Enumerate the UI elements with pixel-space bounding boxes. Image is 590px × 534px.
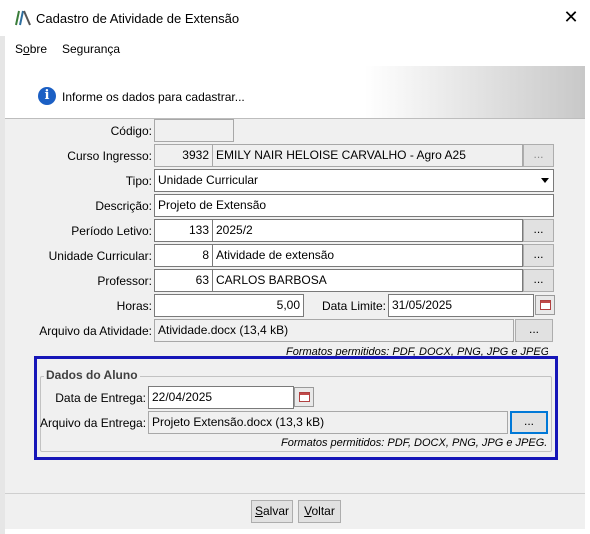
periodo-name-field[interactable]: 2025/2 <box>212 219 523 242</box>
codigo-field[interactable] <box>154 119 234 142</box>
menu-seguranca[interactable]: Segurança <box>62 42 120 56</box>
tipo-select[interactable]: Unidade Curricular <box>154 169 554 192</box>
calendar-icon <box>299 392 310 402</box>
banner-text: Informe os dados para cadastrar... <box>62 90 245 104</box>
arquivo-entrega-field[interactable]: Projeto Extensão.docx (13,3 kB) <box>148 411 508 434</box>
professor-lookup-button[interactable]: ... <box>523 269 554 292</box>
arquivo-atividade-button[interactable]: ... <box>515 319 553 342</box>
arquivo-atividade-label: Arquivo da Atividade: <box>39 324 152 338</box>
curso-name-field[interactable]: EMILY NAIR HELOISE CARVALHO - Agro A25 <box>212 144 523 167</box>
periodo-code-field[interactable]: 133 <box>154 219 213 242</box>
horas-label: Horas: <box>116 299 152 313</box>
close-icon[interactable]: ✕ <box>558 6 584 30</box>
periodo-lookup-button[interactable]: ... <box>523 219 554 242</box>
unidade-lookup-button[interactable]: ... <box>523 244 554 267</box>
arquivo-entrega-button[interactable]: ... <box>510 411 548 434</box>
professor-label: Professor: <box>97 274 152 288</box>
info-icon: i <box>38 87 56 105</box>
arquivo-atividade-field[interactable]: Atividade.docx (13,4 kB) <box>154 319 514 342</box>
arquivo-entrega-label: Arquivo da Entrega: <box>40 416 147 430</box>
menu-sobre[interactable]: Sobre <box>15 42 47 56</box>
tipo-selected-value: Unidade Curricular <box>158 173 259 187</box>
horas-input[interactable]: 5,00 <box>154 294 304 317</box>
data-limite-input[interactable]: 31/05/2025 <box>388 294 534 317</box>
footer-separator <box>5 493 585 494</box>
codigo-label: Código: <box>110 124 152 138</box>
descricao-input[interactable]: Projeto de Extensão <box>154 194 554 217</box>
tipo-label: Tipo: <box>125 174 152 188</box>
unidade-code-field[interactable]: 8 <box>154 244 213 267</box>
curso-lookup-button[interactable]: ... <box>523 144 554 167</box>
salvar-button[interactable]: Salvar <box>251 500 293 523</box>
voltar-button[interactable]: Voltar <box>298 500 341 523</box>
periodo-label: Período Letivo: <box>71 224 152 238</box>
chevron-down-icon <box>541 178 549 183</box>
data-entrega-input[interactable]: 22/04/2025 <box>148 386 294 409</box>
dados-aluno-legend: Dados do Aluno <box>44 368 140 382</box>
descricao-label: Descrição: <box>95 199 152 213</box>
curso-code-field[interactable]: 3932 <box>154 144 213 167</box>
professor-code-field[interactable]: 63 <box>154 269 213 292</box>
unidade-label: Unidade Curricular: <box>48 249 152 263</box>
data-limite-calendar-button[interactable] <box>535 295 555 315</box>
data-entrega-label: Data de Entrega: <box>55 391 146 405</box>
curso-label: Curso Ingresso: <box>67 149 152 163</box>
professor-name-field[interactable]: CARLOS BARBOSA <box>212 269 523 292</box>
window-title: Cadastro de Atividade de Extensão <box>36 11 240 26</box>
arquivo-entrega-hint: Formatos permitidos: PDF, DOCX, PNG, JPG… <box>281 437 548 449</box>
calendar-icon <box>540 300 551 310</box>
unidade-name-field[interactable]: Atividade de extensão <box>212 244 523 267</box>
data-entrega-calendar-button[interactable] <box>294 387 314 407</box>
app-logo-icon <box>15 10 31 26</box>
data-limite-label: Data Limite: <box>321 299 386 313</box>
